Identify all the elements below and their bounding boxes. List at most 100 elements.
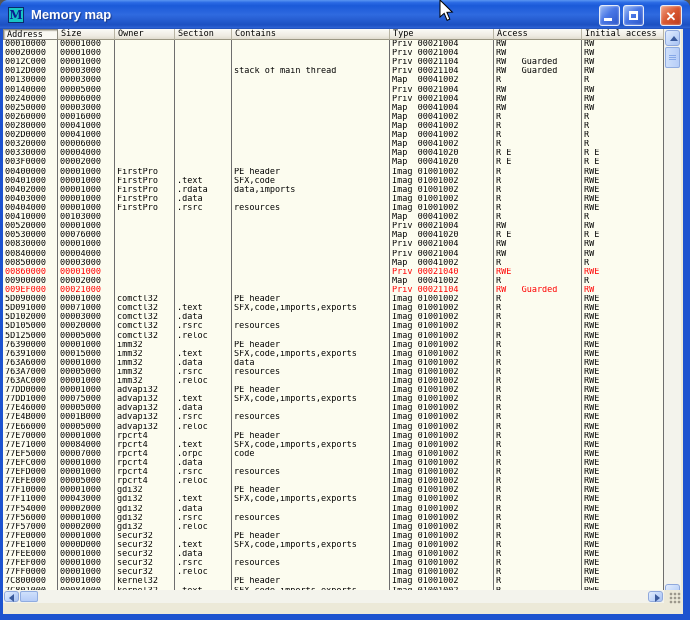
- table-row[interactable]: 77EFE00000005000rpcrt4.relocImag 0100100…: [3, 477, 664, 486]
- table-row[interactable]: 77F1100000043000gdi32.textSFX,code,impor…: [3, 495, 664, 504]
- table-row[interactable]: 763AC00000001000imm32.relocImag 01001002…: [3, 377, 664, 386]
- cell-contains: [232, 40, 390, 49]
- table-row[interactable]: 5D10200000003000comctl32.dataImag 010010…: [3, 313, 664, 322]
- table-row[interactable]: 0014000000005000Priv 00021004RWRW: [3, 86, 664, 95]
- table-row[interactable]: 0024000000006000Priv 00021004RWRW: [3, 95, 664, 104]
- table-row[interactable]: 0012D00000003000stack of main threadPriv…: [3, 67, 664, 76]
- table-row[interactable]: 77F5700000002000gdi32.relocImag 01001002…: [3, 523, 664, 532]
- table-row[interactable]: 0026000000016000Map 00041002RR: [3, 113, 664, 122]
- vertical-scrollbar[interactable]: [664, 29, 681, 601]
- table-row[interactable]: 77FE10000000D000secur32.textSFX,code,imp…: [3, 541, 664, 550]
- column-header-address[interactable]: Address: [3, 29, 58, 40]
- column-header-initial-access[interactable]: Initial access: [582, 29, 664, 40]
- table-row[interactable]: 77EF500000007000rpcrt4.orpccodeImag 0100…: [3, 450, 664, 459]
- table-row[interactable]: 77DD000000001000advapi32PE headerImag 01…: [3, 386, 664, 395]
- scroll-left-button[interactable]: [4, 591, 19, 602]
- cell-address: 763A7000: [3, 368, 58, 377]
- table-row[interactable]: 77FE000000001000secur32PE headerImag 010…: [3, 532, 664, 541]
- cell-section: [175, 49, 232, 58]
- table-row[interactable]: 0040100000001000FirstPro.textSFX,codeIma…: [3, 177, 664, 186]
- table-row[interactable]: 5D10500000020000comctl32.rsrcresourcesIm…: [3, 322, 664, 331]
- table-row[interactable]: 0084000000004000Priv 00021004RWRW: [3, 250, 664, 259]
- table-row[interactable]: 77E7100000084000rpcrt4.textSFX,code,impo…: [3, 441, 664, 450]
- column-header-size[interactable]: Size: [58, 29, 115, 40]
- table-row[interactable]: 0033000000004000Map 00041020R ER E: [3, 149, 664, 158]
- column-header-access[interactable]: Access: [494, 29, 582, 40]
- cell-address: 003F0000: [3, 158, 58, 167]
- table-row[interactable]: 0012C00000001000Priv 00021104RW GuardedR…: [3, 58, 664, 67]
- table-row[interactable]: 009EF00000021000Priv 00021104RW GuardedR…: [3, 286, 664, 295]
- table-row[interactable]: 0032000000006000Map 00041002RR: [3, 140, 664, 149]
- table-row[interactable]: 77E7000000001000rpcrt4PE headerImag 0100…: [3, 432, 664, 441]
- table-row[interactable]: 0040000000001000FirstProPE headerImag 01…: [3, 168, 664, 177]
- table-row[interactable]: 0025000000003000Map 00041004RWRW: [3, 104, 664, 113]
- table-row[interactable]: 0002000000001000Priv 00021004RWRW: [3, 49, 664, 58]
- cell-owner: [115, 268, 175, 277]
- table-row[interactable]: 002D000000041000Map 00041002RR: [3, 131, 664, 140]
- resize-grip[interactable]: [669, 592, 681, 604]
- table-row[interactable]: 0041000000103000Map 00041002RR: [3, 213, 664, 222]
- table-row[interactable]: 0040300000001000FirstPro.dataImag 010010…: [3, 195, 664, 204]
- cell-owner: comctl32: [115, 313, 175, 322]
- cell-owner: [115, 158, 175, 167]
- cell-section: .reloc: [175, 568, 232, 577]
- scroll-up-button[interactable]: [665, 30, 680, 46]
- maximize-button[interactable]: [623, 5, 644, 26]
- titlebar[interactable]: M Memory map ✕: [0, 0, 690, 29]
- table-row[interactable]: 0040400000001000FirstPro.rsrcresourcesIm…: [3, 204, 664, 213]
- table-row[interactable]: 0086000000001000Priv 00021040RWERWE: [3, 268, 664, 277]
- table-row[interactable]: 77E4B0000001B000advapi32.rsrcresourcesIm…: [3, 413, 664, 422]
- cell-initial-access: R: [582, 277, 664, 286]
- table-row[interactable]: 77E6600000005000advapi32.relocImag 01001…: [3, 423, 664, 432]
- table-row[interactable]: 0040200000001000FirstPro.rdatadata,impor…: [3, 186, 664, 195]
- cell-address: 77EFD000: [3, 468, 58, 477]
- cell-contains: [232, 95, 390, 104]
- table-row[interactable]: 77FEF00000001000secur32.rsrcresourcesIma…: [3, 559, 664, 568]
- table-row[interactable]: 0028000000041000Map 00041002RR: [3, 122, 664, 131]
- cell-contains: [232, 550, 390, 559]
- scroll-right-button[interactable]: [648, 591, 663, 602]
- table-row[interactable]: 5D12500000005000comctl32.relocImag 01001…: [3, 332, 664, 341]
- table-row[interactable]: 0013000000003000Map 00041002RR: [3, 76, 664, 85]
- app-icon[interactable]: M: [8, 7, 24, 23]
- column-header-owner[interactable]: Owner: [115, 29, 175, 40]
- table-row[interactable]: 77FF000000001000secur32.relocImag 010010…: [3, 568, 664, 577]
- table-row[interactable]: 77EFD00000001000rpcrt4.rsrcresourcesImag…: [3, 468, 664, 477]
- cell-address: 5D091000: [3, 304, 58, 313]
- table-row[interactable]: 003F000000002000Map 00041020R ER E: [3, 158, 664, 167]
- table-row[interactable]: 0052000000001000Priv 00021004RWRW: [3, 222, 664, 231]
- table-row[interactable]: 5D09100000071000comctl32.textSFX,code,im…: [3, 304, 664, 313]
- table-row[interactable]: 0085000000003000Map 00041002RR: [3, 259, 664, 268]
- cell-size: 00006000: [58, 140, 115, 149]
- table-row[interactable]: 7639100000015000imm32.textSFX,code,impor…: [3, 350, 664, 359]
- table-row[interactable]: 77F5400000002000gdi32.dataImag 01001002R…: [3, 505, 664, 514]
- cell-access: R: [494, 368, 582, 377]
- table-row[interactable]: 0053000000076000Map 00041020R ER E: [3, 231, 664, 240]
- table-row[interactable]: 77DD100000075000advapi32.textSFX,code,im…: [3, 395, 664, 404]
- column-header-section[interactable]: Section: [175, 29, 232, 40]
- column-header-contains[interactable]: Contains: [232, 29, 390, 40]
- table-row[interactable]: 0090000000002000Map 00041002RR: [3, 277, 664, 286]
- table-row[interactable]: 77F5600000001000gdi32.rsrcresourcesImag …: [3, 514, 664, 523]
- column-header-type[interactable]: Type: [390, 29, 494, 40]
- table-row[interactable]: 77F1000000001000gdi32PE headerImag 01001…: [3, 486, 664, 495]
- table-row[interactable]: 77FEE00000001000secur32.dataImag 0100100…: [3, 550, 664, 559]
- table-row[interactable]: 0001000000001000Priv 00021004RWRW: [3, 40, 664, 49]
- cell-access: R: [494, 450, 582, 459]
- horizontal-scroll-thumb[interactable]: [20, 591, 38, 602]
- close-button[interactable]: ✕: [660, 5, 682, 26]
- table-row[interactable]: 7639000000001000imm32PE headerImag 01001…: [3, 341, 664, 350]
- minimize-button[interactable]: [599, 5, 620, 26]
- cell-section: [175, 76, 232, 85]
- cell-contains: SFX,code: [232, 177, 390, 186]
- table-row[interactable]: 763A700000005000imm32.rsrcresourcesImag …: [3, 368, 664, 377]
- table-row[interactable]: 763A600000001000imm32.datadataImag 01001…: [3, 359, 664, 368]
- vertical-scroll-thumb[interactable]: [665, 47, 680, 68]
- table-row[interactable]: 77E4600000005000advapi32.dataImag 010010…: [3, 404, 664, 413]
- table-row[interactable]: 5D09000000001000comctl32PE headerImag 01…: [3, 295, 664, 304]
- horizontal-scrollbar[interactable]: [3, 590, 664, 603]
- table-row[interactable]: 77EFC00000001000rpcrt4.dataImag 01001002…: [3, 459, 664, 468]
- table-row[interactable]: 0083000000001000Priv 00021004RWRW: [3, 240, 664, 249]
- cell-size: 00015000: [58, 350, 115, 359]
- table-row[interactable]: 7C80000000001000kernel32PE headerImag 01…: [3, 577, 664, 586]
